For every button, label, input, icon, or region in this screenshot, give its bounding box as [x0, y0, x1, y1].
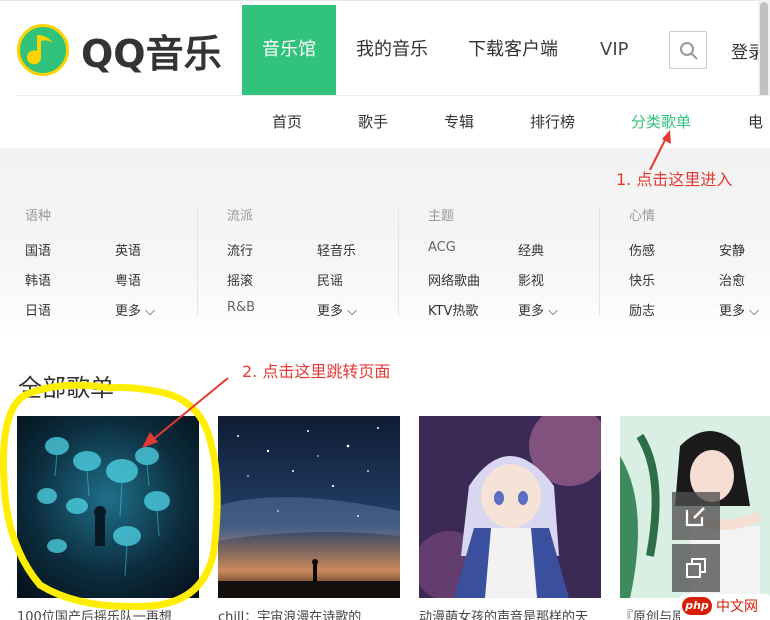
- category-more[interactable]: 更多 ⌵: [317, 300, 357, 319]
- category-language: 语种: [25, 205, 51, 224]
- chevron-down-icon: ⌵: [544, 304, 559, 319]
- playlist-title[interactable]: 『原创与原唱』古风音乐: [620, 606, 680, 620]
- category-option[interactable]: ACG: [428, 240, 456, 255]
- subnav-home[interactable]: 首页: [272, 111, 302, 132]
- category-title: 流派: [227, 209, 254, 224]
- playlist-cover-anime-girl[interactable]: [419, 416, 601, 598]
- top-border: [0, 0, 770, 1]
- category-option[interactable]: 伤感: [629, 240, 655, 259]
- nav-vip[interactable]: VIP: [578, 5, 648, 95]
- feedback-button[interactable]: [672, 492, 720, 540]
- category-option[interactable]: 粤语: [115, 270, 141, 289]
- category-more[interactable]: 更多 ⌵: [518, 300, 558, 319]
- category-option[interactable]: 快乐: [629, 270, 655, 289]
- starry-sky-artwork: [218, 416, 400, 598]
- category-option[interactable]: 流行: [227, 240, 253, 259]
- subnav-singers[interactable]: 歌手: [358, 111, 388, 132]
- column-divider: [197, 206, 198, 316]
- category-option[interactable]: 轻音乐: [317, 240, 356, 259]
- column-divider: [599, 206, 600, 316]
- category-title: 主题: [428, 209, 455, 224]
- category-option[interactable]: 经典: [518, 240, 544, 259]
- subnav-mv[interactable]: 电: [748, 111, 763, 132]
- music-note-icon: [17, 24, 69, 76]
- category-option[interactable]: 网络歌曲: [428, 270, 480, 289]
- more-label: 更多: [317, 304, 344, 319]
- category-option[interactable]: KTV热歌: [428, 300, 478, 319]
- copy-button[interactable]: [672, 544, 720, 592]
- category-mood: 心情: [629, 205, 655, 224]
- main-nav: 音乐馆 我的音乐 下载客户端 VIP: [242, 5, 648, 95]
- edit-icon: [685, 507, 705, 527]
- annotation-step-1: 1. 点击这里进入: [616, 170, 733, 189]
- watermark-badge: php: [682, 597, 712, 615]
- site-watermark: php 中文网: [680, 594, 770, 618]
- category-genre: 流派: [227, 205, 253, 224]
- category-option[interactable]: 韩语: [25, 270, 51, 289]
- nav-my-music[interactable]: 我的音乐: [336, 5, 448, 95]
- annotation-arrow-2: [142, 377, 229, 448]
- category-option[interactable]: 国语: [25, 240, 51, 259]
- playlist-title[interactable]: chill：宇宙浪漫在诗歌的: [218, 606, 400, 620]
- playlist-cover-starry-night[interactable]: [218, 416, 400, 598]
- more-label: 更多: [115, 304, 142, 319]
- nav-music-hall[interactable]: 音乐馆: [242, 5, 336, 95]
- annotation-step-2: 2. 点击这里跳转页面: [242, 362, 391, 381]
- column-divider: [398, 206, 399, 316]
- category-option[interactable]: 民谣: [317, 270, 343, 289]
- top-header: QQ音乐 音乐馆 我的音乐 下载客户端 VIP 登录: [0, 0, 770, 95]
- category-option[interactable]: 影视: [518, 270, 544, 289]
- category-more[interactable]: 更多 ⌵: [719, 300, 759, 319]
- playlist-title[interactable]: 100位国产后摇乐队一再想: [17, 606, 199, 620]
- more-label: 更多: [719, 304, 746, 319]
- category-title: 语种: [25, 209, 52, 224]
- category-option[interactable]: 日语: [25, 300, 51, 319]
- category-title: 心情: [629, 209, 656, 224]
- category-option[interactable]: 治愈: [719, 270, 745, 289]
- category-option[interactable]: R&B: [227, 300, 255, 315]
- subnav-albums[interactable]: 专辑: [444, 111, 474, 132]
- chevron-down-icon: ⌵: [745, 304, 760, 319]
- category-option[interactable]: 英语: [115, 240, 141, 259]
- category-more[interactable]: 更多 ⌵: [115, 300, 155, 319]
- search-icon: [680, 42, 698, 60]
- chevron-down-icon: ⌵: [343, 304, 358, 319]
- category-option[interactable]: 安静: [719, 240, 745, 259]
- chevron-down-icon: ⌵: [141, 304, 156, 319]
- category-option[interactable]: 励志: [629, 300, 655, 319]
- copy-icon: [686, 558, 706, 578]
- more-label: 更多: [518, 304, 545, 319]
- playlist-title[interactable]: 动漫萌女孩的声音是那样的天: [419, 606, 601, 620]
- search-button[interactable]: [669, 31, 707, 69]
- subnav-charts[interactable]: 排行榜: [530, 111, 575, 132]
- category-option[interactable]: 摇滚: [227, 270, 253, 289]
- category-theme: 主题: [428, 205, 454, 224]
- watermark-text: 中文网: [716, 599, 758, 615]
- anime-girl-artwork: [419, 416, 601, 598]
- logo-text: QQ音乐: [81, 31, 222, 76]
- nav-download-client[interactable]: 下载客户端: [448, 5, 578, 95]
- qq-music-logo[interactable]: QQ音乐: [17, 24, 222, 76]
